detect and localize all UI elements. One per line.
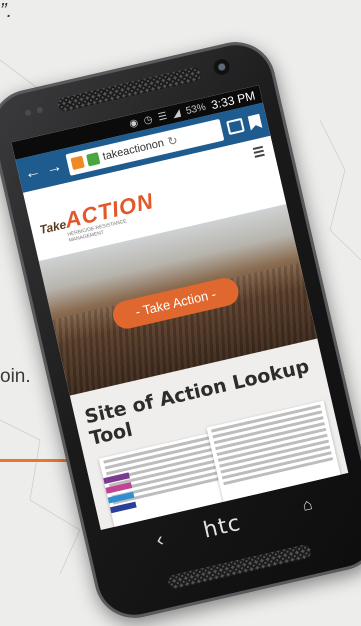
notification-icon: ◉ xyxy=(128,116,140,130)
home-icon[interactable]: ⌂ xyxy=(301,496,314,516)
site-favicon-icon xyxy=(86,152,101,167)
reload-icon[interactable]: ↻ xyxy=(166,133,179,149)
rss-icon[interactable] xyxy=(70,155,85,171)
background-text-fragment: oin. xyxy=(0,366,31,387)
alarm-icon: ◷ xyxy=(142,113,154,127)
brand-logo: htc xyxy=(200,510,244,544)
background-quote-end: ”. xyxy=(0,0,13,22)
back-arrow-icon[interactable]: ‹ xyxy=(154,529,166,553)
forward-arrow-icon[interactable]: → xyxy=(44,158,64,179)
wifi-icon: ☰ xyxy=(156,110,169,123)
bookmark-icon[interactable] xyxy=(247,113,262,130)
site-logo[interactable]: TakeACTION HERBICIDE-RESISTANCE MANAGEME… xyxy=(36,188,156,244)
menu-icon[interactable] xyxy=(252,145,265,160)
battery-percent: 53% xyxy=(184,101,207,117)
take-action-button[interactable]: - Take Action - xyxy=(110,275,242,332)
signal-icon: ◢ xyxy=(171,107,182,120)
url-text: takeactionon xyxy=(101,137,166,163)
logo-take-text: Take xyxy=(38,217,68,237)
back-arrow-icon[interactable]: ← xyxy=(23,163,43,184)
tabs-icon[interactable] xyxy=(226,117,245,136)
